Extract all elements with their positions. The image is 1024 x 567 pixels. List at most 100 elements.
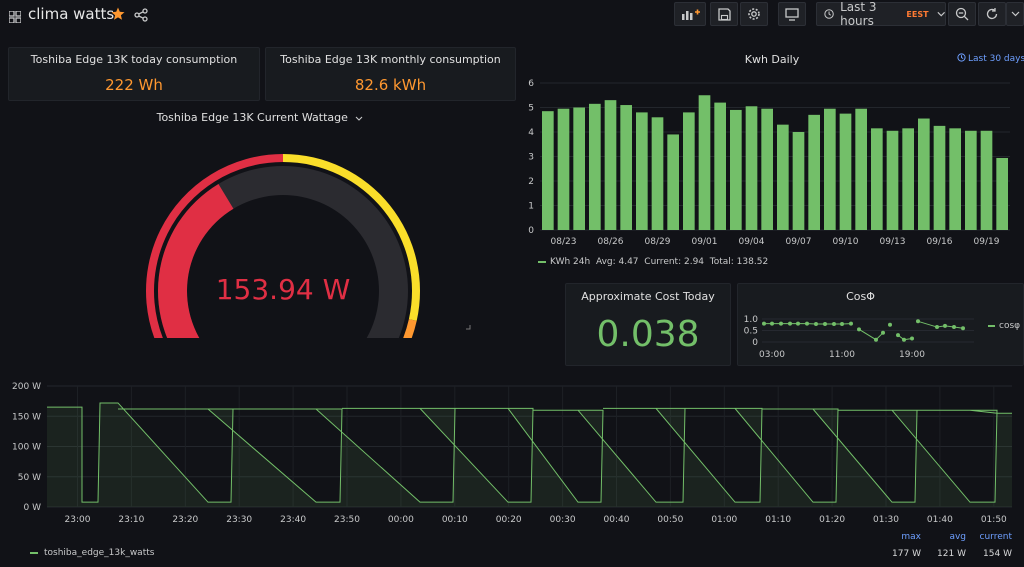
gauge-fill (158, 183, 234, 338)
x-tick-label: 09/19 (974, 237, 1000, 247)
legend-avg-value: 121 W (937, 549, 966, 559)
data-point (779, 321, 783, 326)
x-tick-label: 01:50 (981, 515, 1007, 525)
data-point (849, 321, 853, 326)
x-tick-label: 00:30 (550, 515, 576, 525)
legend-series[interactable]: toshiba_edge_13k_watts (44, 548, 154, 558)
bar (965, 130, 977, 230)
bar (573, 107, 585, 230)
data-point (910, 336, 914, 341)
zoom-out-button[interactable] (948, 2, 976, 26)
clock-icon (824, 9, 834, 19)
watts-legend: toshiba_edge_13k_watts (30, 548, 154, 558)
legend-max-value: 177 W (892, 549, 921, 559)
x-tick-label: 03:00 (759, 350, 785, 360)
refresh-interval-button[interactable] (1006, 2, 1024, 26)
y-tick-label: 6 (528, 79, 534, 89)
cost-panel: Approximate Cost Today 0.038 (565, 283, 731, 366)
refresh-button[interactable] (978, 2, 1006, 26)
panel-title: Toshiba Edge 13K today consumption (30, 53, 238, 66)
data-point (857, 327, 861, 332)
legend-series[interactable]: cosφ (999, 321, 1020, 331)
bar (949, 128, 961, 230)
bar (918, 118, 930, 230)
y-tick-label: 0 W (24, 503, 42, 513)
y-tick-label: 3 (528, 153, 534, 163)
chevron-down-icon (937, 11, 945, 17)
legend-total: Total: 138.52 (709, 257, 769, 267)
data-point (916, 319, 920, 324)
gauge-panel: Toshiba Edge 13K Current Wattage 153.94 … (0, 106, 520, 338)
bar (542, 111, 554, 230)
refresh-icon (986, 8, 998, 20)
today-consumption-value: 222 Wh (105, 76, 163, 94)
data-point (952, 325, 956, 330)
bar (620, 105, 632, 230)
legend-max-header[interactable]: max (885, 532, 921, 542)
y-tick-label: 50 W (18, 473, 41, 483)
chevron-down-icon (1011, 11, 1019, 17)
today-consumption-panel: Toshiba Edge 13K today consumption 222 W… (8, 47, 260, 101)
gear-icon (748, 8, 760, 20)
legend-current-header[interactable]: current (972, 532, 1012, 542)
x-tick-label: 09/04 (739, 237, 765, 247)
legend-avg: Avg: 4.47 (595, 257, 639, 267)
data-point (896, 333, 900, 338)
bar (589, 103, 601, 230)
x-tick-label: 09/01 (692, 237, 718, 247)
data-point (943, 323, 947, 328)
y-tick-label: 1 (528, 202, 534, 212)
monitor-icon (785, 7, 799, 21)
x-tick-label: 01:30 (873, 515, 899, 525)
legend-current-value: 154 W (983, 549, 1012, 559)
data-point (796, 321, 800, 326)
legend-swatch (30, 551, 38, 554)
bar (730, 109, 742, 230)
gauge-svg: 153.94 W (146, 154, 471, 338)
data-point (823, 322, 827, 327)
save-dashboard-button[interactable] (710, 2, 738, 26)
x-tick-label: 11:00 (829, 350, 855, 360)
share-icon[interactable] (134, 7, 148, 26)
x-tick-label: 01:40 (927, 515, 953, 525)
x-tick-label: 23:50 (334, 515, 360, 525)
x-tick-label: 00:50 (657, 515, 683, 525)
series-area (47, 402, 1012, 507)
zoom-out-icon (955, 7, 969, 21)
star-icon[interactable] (111, 6, 125, 25)
x-tick-label: 23:40 (280, 515, 306, 525)
legend-series[interactable]: KWh 24h (550, 257, 590, 267)
settings-button[interactable] (740, 2, 768, 26)
x-tick-label: 08/29 (645, 237, 671, 247)
bar (636, 112, 648, 230)
y-tick-label: 0 (528, 226, 534, 236)
bar (714, 102, 726, 230)
x-tick-label: 23:00 (65, 515, 91, 525)
data-point (961, 326, 965, 331)
legend-current: Current: 2.94 (644, 257, 705, 267)
y-tick-label: 4 (528, 128, 534, 138)
add-panel-icon (682, 9, 700, 20)
monthly-consumption-value: 82.6 kWh (354, 76, 427, 94)
y-tick-label: 200 W (12, 382, 41, 392)
add-panel-button[interactable] (674, 2, 706, 26)
resize-handle-icon[interactable] (466, 325, 471, 330)
x-tick-label: 08/26 (598, 237, 624, 247)
x-tick-label: 09/10 (833, 237, 859, 247)
bar (667, 134, 679, 230)
gauge-value: 153.94 W (216, 273, 351, 306)
y-tick-label: 0 (752, 338, 758, 348)
x-tick-label: 00:00 (388, 515, 414, 525)
time-range-picker[interactable]: Last 3 hours EEST (816, 0, 946, 28)
data-point (840, 322, 844, 327)
dashboard-title[interactable]: clima watts (28, 5, 114, 23)
bar (808, 114, 820, 230)
tv-mode-button[interactable] (778, 2, 806, 26)
y-tick-label: 100 W (12, 443, 41, 453)
save-icon (717, 7, 731, 21)
monthly-consumption-panel: Toshiba Edge 13K monthly consumption 82.… (265, 47, 516, 101)
legend-avg-header[interactable]: avg (932, 532, 966, 542)
bar (886, 130, 899, 230)
bar (839, 113, 852, 230)
dashboards-grid-icon[interactable] (8, 8, 22, 24)
